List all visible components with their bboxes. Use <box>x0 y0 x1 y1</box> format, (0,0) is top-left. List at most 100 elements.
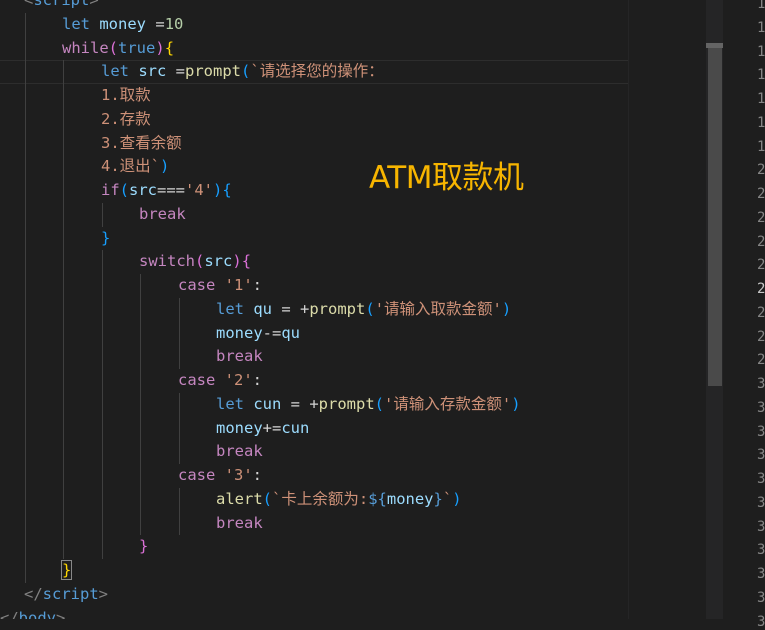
line-number: 1 <box>757 138 765 155</box>
code-token: body <box>18 608 56 620</box>
indent-guide <box>25 392 26 417</box>
indent-guide <box>25 321 26 346</box>
indent-guide <box>179 345 180 369</box>
code-line[interactable]: money-=qu <box>0 321 628 346</box>
code-line[interactable]: while(true){ <box>0 36 628 61</box>
code-line[interactable]: let src =prompt(`请选择您的操作： <box>0 60 628 84</box>
code-line[interactable]: </script> <box>0 583 628 607</box>
indent-guide <box>25 226 26 251</box>
code-token: case <box>178 371 216 389</box>
code-token: break <box>216 513 263 532</box>
minimap[interactable] <box>628 0 707 619</box>
scrollbar-thumb[interactable] <box>708 48 722 386</box>
indent-guide <box>63 202 64 227</box>
code-line[interactable]: } <box>0 559 628 583</box>
indent-guide <box>63 226 64 251</box>
code-token: src <box>204 252 233 271</box>
code-line[interactable]: <script> <box>0 0 628 13</box>
code-line[interactable]: </body> <box>0 607 628 620</box>
code-line[interactable]: let cun = +prompt('请输入存款金额') <box>0 392 628 417</box>
code-token: '2' <box>224 371 253 389</box>
indent-guide <box>179 416 180 441</box>
code-line-text: money-=qu <box>216 322 300 346</box>
code-token: ) <box>213 181 223 199</box>
line-number: 3 <box>757 589 765 606</box>
code-line[interactable]: 2.存款 <box>0 107 628 132</box>
indent-guide <box>102 250 103 274</box>
code-line[interactable]: break <box>0 440 628 464</box>
code-line-text: break <box>139 203 186 227</box>
code-line[interactable]: break <box>0 511 628 536</box>
line-number: 3 <box>757 566 765 582</box>
code-token: ( <box>108 38 119 57</box>
code-line[interactable]: 3.查看余额 <box>0 131 628 156</box>
code-token: cun <box>281 418 310 437</box>
code-line-text: } <box>139 535 148 559</box>
code-line[interactable]: let qu = +prompt('请输入取款金额') <box>0 297 628 322</box>
code-line[interactable]: } <box>0 226 628 251</box>
code-line[interactable]: 1.取款 <box>0 84 628 108</box>
code-token: > <box>98 584 109 603</box>
code-token: ) <box>511 394 521 413</box>
line-number: 2 <box>757 257 765 274</box>
code-token: if <box>101 181 120 199</box>
code-line[interactable]: if(src==='4'){ <box>0 179 628 203</box>
indent-guide <box>63 321 64 346</box>
code-line[interactable]: money+=cun <box>0 416 628 441</box>
code-line-text: } <box>60 559 73 583</box>
code-token: src <box>138 62 167 81</box>
code-editor[interactable]: <script> let money =10 while(true){let src… <box>0 0 628 619</box>
code-line[interactable]: alert(`卡上余额为:${money}`) <box>0 487 628 512</box>
code-token: case <box>178 276 216 294</box>
indent-guide <box>63 535 64 559</box>
code-line-text: 4.退出`) <box>101 155 169 179</box>
code-token: ) <box>232 252 242 271</box>
indent-guide <box>140 487 141 512</box>
line-number: 1 <box>757 43 765 60</box>
code-line[interactable]: break <box>0 345 628 369</box>
indent-guide <box>179 511 180 536</box>
indent-guide <box>140 345 141 369</box>
code-token: : <box>252 371 263 389</box>
indent-guide <box>63 416 64 441</box>
code-line[interactable]: 4.退出`) <box>0 155 628 179</box>
code-line-text: </script> <box>24 583 108 607</box>
code-token: 1.取款 <box>101 86 151 104</box>
indent-guide <box>25 464 26 488</box>
indent-guide <box>140 369 141 393</box>
code-line-text: switch(src){ <box>139 250 251 274</box>
indent-guide <box>179 392 180 417</box>
code-token: `卡上余额为: <box>272 489 369 508</box>
code-line-text: case '3': <box>178 464 262 488</box>
code-line[interactable]: switch(src){ <box>0 250 628 274</box>
line-number: 2 <box>757 209 765 226</box>
code-line[interactable]: case '3': <box>0 464 628 488</box>
code-line-text: let money =10 <box>62 13 183 37</box>
code-token: : <box>252 276 263 294</box>
code-token: ( <box>241 62 251 81</box>
indent-guide <box>25 250 26 274</box>
indent-guide <box>102 511 103 536</box>
code-line[interactable]: let money =10 <box>0 12 628 37</box>
line-number: 1 <box>757 0 765 12</box>
code-token: let <box>216 299 244 318</box>
code-token: money <box>216 323 263 342</box>
indent-guide <box>102 440 103 464</box>
code-area[interactable]: <script> let money =10 while(true){let src… <box>0 0 628 619</box>
indent-guide <box>63 464 64 488</box>
code-line[interactable]: case '1': <box>0 274 628 298</box>
code-token: ` <box>442 489 453 508</box>
code-token: switch <box>139 252 195 271</box>
code-token: = <box>146 14 165 33</box>
code-line-text: break <box>216 512 263 536</box>
code-token: script <box>33 0 90 9</box>
indent-guide <box>102 416 103 441</box>
code-token: true <box>118 38 156 57</box>
code-token: ( <box>374 394 385 413</box>
code-line[interactable]: } <box>0 535 628 559</box>
code-token: money <box>99 14 147 33</box>
code-line[interactable]: break <box>0 202 628 227</box>
code-line[interactable]: case '2': <box>0 369 628 393</box>
code-token: case <box>178 466 216 484</box>
